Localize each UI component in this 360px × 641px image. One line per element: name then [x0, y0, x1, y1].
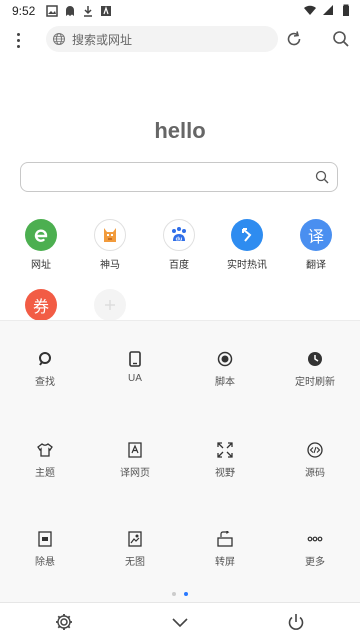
tool-label: 定时刷新: [295, 377, 335, 388]
tool-find[interactable]: 查找: [10, 351, 80, 388]
trend-arrow-icon: [231, 219, 263, 251]
tool-label: 源码: [305, 468, 325, 479]
shortcut-add[interactable]: [80, 289, 140, 321]
tool-source[interactable]: 源码: [280, 442, 350, 479]
tool-label: 更多: [305, 557, 325, 568]
tool-label: UA: [128, 373, 142, 384]
status-time: 9:52: [12, 4, 36, 18]
tool-view[interactable]: 视野: [190, 442, 260, 479]
translate-icon: 译: [300, 219, 332, 251]
shortcut-wangzhi[interactable]: 网址: [11, 219, 71, 271]
settings-gear-icon[interactable]: [54, 612, 74, 632]
tool-label: 脚本: [215, 377, 235, 388]
image-notification-icon: [46, 5, 58, 17]
shortcut-realtime-news[interactable]: 实时热讯: [217, 219, 277, 271]
shortcut-translate[interactable]: 译 翻译: [286, 219, 346, 271]
search-icon[interactable]: [331, 29, 351, 49]
translate-page-icon: [128, 442, 142, 458]
tool-timed-refresh[interactable]: 定时刷新: [280, 351, 350, 388]
page-dot[interactable]: [172, 592, 176, 596]
power-exit-icon[interactable]: [286, 612, 306, 632]
tool-label: 查找: [35, 377, 55, 388]
search-icon[interactable]: [315, 170, 329, 184]
translate-glyph: 译: [307, 229, 324, 246]
tool-more[interactable]: 更多: [280, 531, 350, 568]
shirt-icon: [37, 443, 53, 457]
find-icon: [39, 352, 51, 366]
baidu-paw-icon: du: [163, 219, 195, 251]
tool-label: 视野: [215, 468, 235, 479]
tool-label: 主题: [35, 468, 55, 479]
wifi-icon: [304, 5, 316, 15]
tool-rotate-screen[interactable]: 转屏: [190, 531, 260, 568]
shortcut-shenma[interactable]: 神马: [80, 219, 140, 271]
coupon-icon: 券: [25, 289, 57, 321]
shortcut-label: 神马: [100, 260, 120, 271]
tool-label: 转屏: [215, 557, 235, 568]
page-dot-active[interactable]: [184, 592, 188, 596]
tool-label: 除悬: [35, 557, 55, 568]
menu-icon[interactable]: [8, 28, 28, 52]
shortcut-label: 翻译: [306, 260, 326, 271]
shortcut-baidu[interactable]: du 百度: [149, 219, 209, 271]
no-image-icon: [128, 531, 142, 547]
baidu-glyph: du: [176, 237, 183, 243]
more-icon: [307, 536, 323, 542]
browser-toolbar: 搜索或网址: [0, 22, 360, 58]
shenma-icon: [94, 219, 126, 251]
source-code-icon: [307, 442, 323, 458]
coupon-glyph: 券: [32, 299, 49, 316]
tablet-icon: [129, 351, 141, 367]
remove-float-icon: [38, 531, 52, 547]
tool-label: 无图: [125, 557, 145, 568]
expand-icon: [217, 442, 233, 458]
shortcut-label: 实时热讯: [227, 260, 267, 271]
shortcut-label: 网址: [31, 260, 51, 271]
rotate-screen-icon: [217, 531, 233, 547]
tool-remove-float[interactable]: 除悬: [10, 531, 80, 568]
tool-script[interactable]: 脚本: [190, 351, 260, 388]
tool-no-image[interactable]: 无图: [100, 531, 170, 568]
script-radio-icon: [217, 351, 233, 367]
address-placeholder: 搜索或网址: [72, 32, 133, 47]
home-search-box[interactable]: [20, 162, 338, 192]
home-title: hello: [154, 118, 206, 143]
e-browser-icon: [25, 219, 57, 251]
address-bar[interactable]: 搜索或网址: [46, 26, 278, 52]
shortcut-label: 百度: [169, 260, 189, 271]
battery-icon: [343, 4, 349, 16]
app-notification-icon: [101, 6, 111, 16]
tool-theme[interactable]: 主题: [10, 442, 80, 479]
ghost-notification-icon: [66, 6, 74, 16]
system-icons: [304, 4, 352, 16]
notification-icons: [46, 5, 112, 17]
status-bar: 9:52: [0, 0, 360, 22]
page-indicator: [0, 592, 360, 596]
globe-icon: [53, 33, 65, 45]
collapse-chevron-down-icon[interactable]: [170, 612, 190, 632]
tool-label: 译网页: [120, 468, 150, 479]
signal-icon: [323, 5, 333, 15]
tool-translate-page[interactable]: 译网页: [100, 442, 170, 479]
download-notification-icon: [84, 6, 92, 17]
tool-ua[interactable]: UA: [100, 351, 170, 384]
bottom-bar: [0, 602, 360, 641]
add-shortcut-icon: [94, 289, 126, 321]
clock-icon: [308, 352, 322, 366]
refresh-icon[interactable]: [284, 29, 304, 49]
shortcut-coupon[interactable]: 券: [11, 289, 71, 321]
